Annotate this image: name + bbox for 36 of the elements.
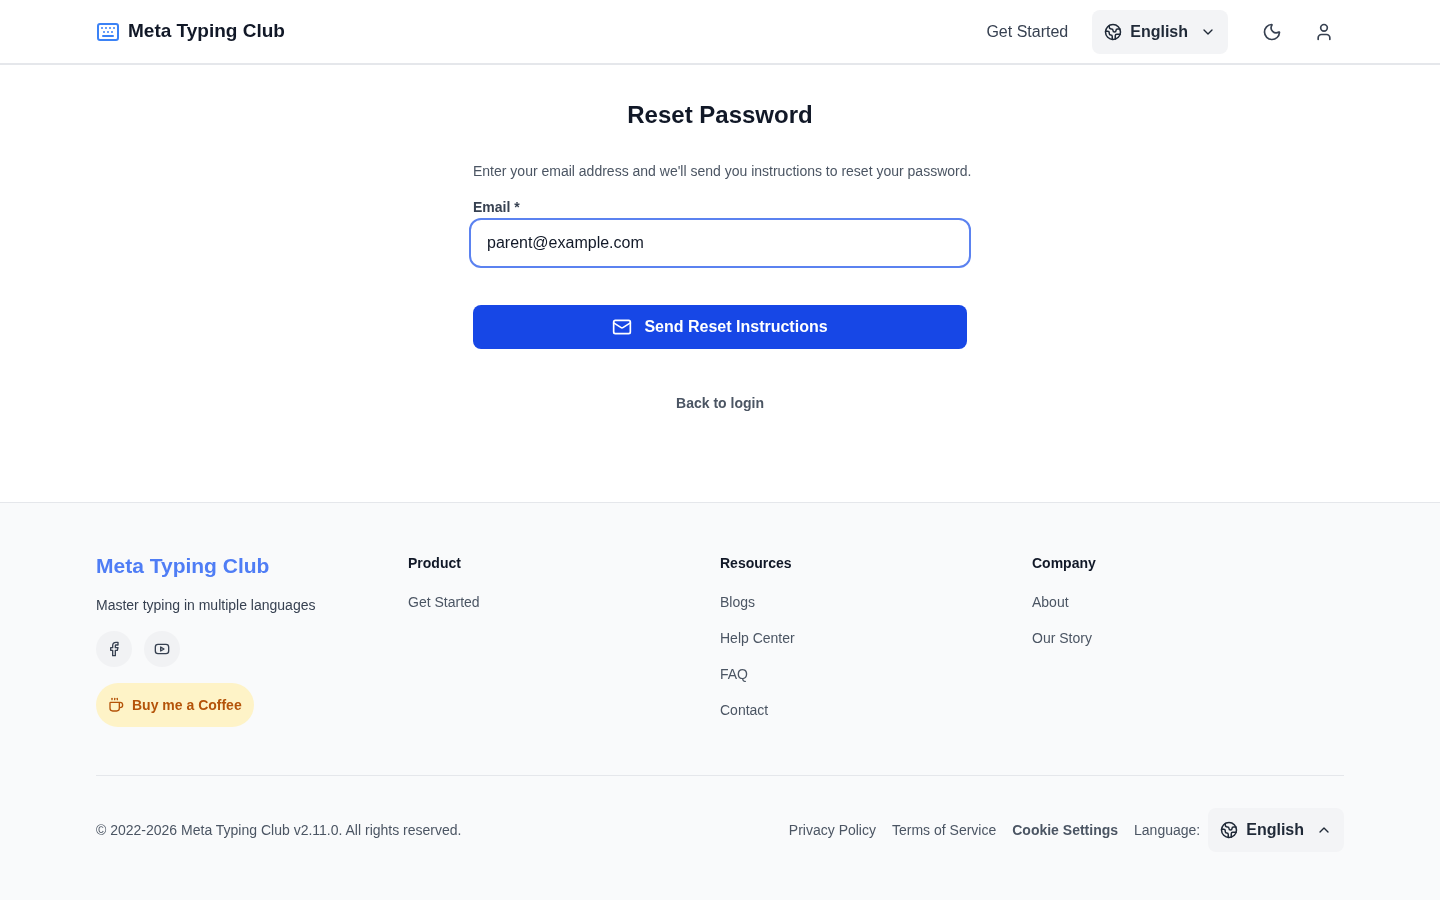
cookie-settings-button[interactable]: Cookie Settings [1012,820,1119,840]
language-dropdown[interactable]: English [1092,9,1228,54]
page-title: Reset Password [627,100,813,130]
youtube-link[interactable] [144,631,180,667]
buy-coffee-button[interactable]: Buy me a Coffee [96,683,254,727]
column-heading: Company [1032,554,1096,573]
column-heading: Resources [720,554,792,573]
email-label: Email * [473,198,520,217]
legal-link[interactable]: Terms of Service [892,820,997,840]
footer-link[interactable]: Get Started [408,592,480,612]
legal-link[interactable]: Privacy Policy [788,820,876,840]
user-icon [1314,21,1334,42]
language-label: Language: [1134,821,1201,840]
footer-link[interactable]: Help Center [720,628,795,648]
tagline: Master typing in multiple languages [96,596,316,615]
copyright-text: © 2022-2026 Meta Typing Club v2.11.0. All rights reserved. [96,821,462,840]
coffee-cup-icon [108,697,124,713]
moon-icon [1262,21,1282,42]
email-input[interactable]: parent@example.com [469,218,971,268]
globe-icon [1220,821,1239,839]
footer-brand: Meta Typing Club [96,553,270,579]
video-play-icon [154,641,170,657]
facebook-link[interactable] [96,631,132,667]
language-dropdown[interactable]: English [1208,808,1344,852]
send-reset-button[interactable]: Send Reset Instructions [473,305,967,349]
footer-link[interactable]: About [1032,592,1069,612]
globe-icon [1104,22,1123,41]
footer-link[interactable]: Our Story [1032,628,1092,648]
footer-link[interactable]: Contact [720,700,769,720]
column-heading: Product [408,554,461,573]
brand-link[interactable]: Meta Typing Club [96,17,285,46]
mail-icon [612,317,633,337]
nav-link[interactable]: Get Started [986,19,1069,44]
footer-link[interactable]: Blogs [720,592,756,612]
footer-link[interactable]: FAQ [720,664,748,684]
back-to-login-link[interactable]: Back to login [676,393,764,413]
